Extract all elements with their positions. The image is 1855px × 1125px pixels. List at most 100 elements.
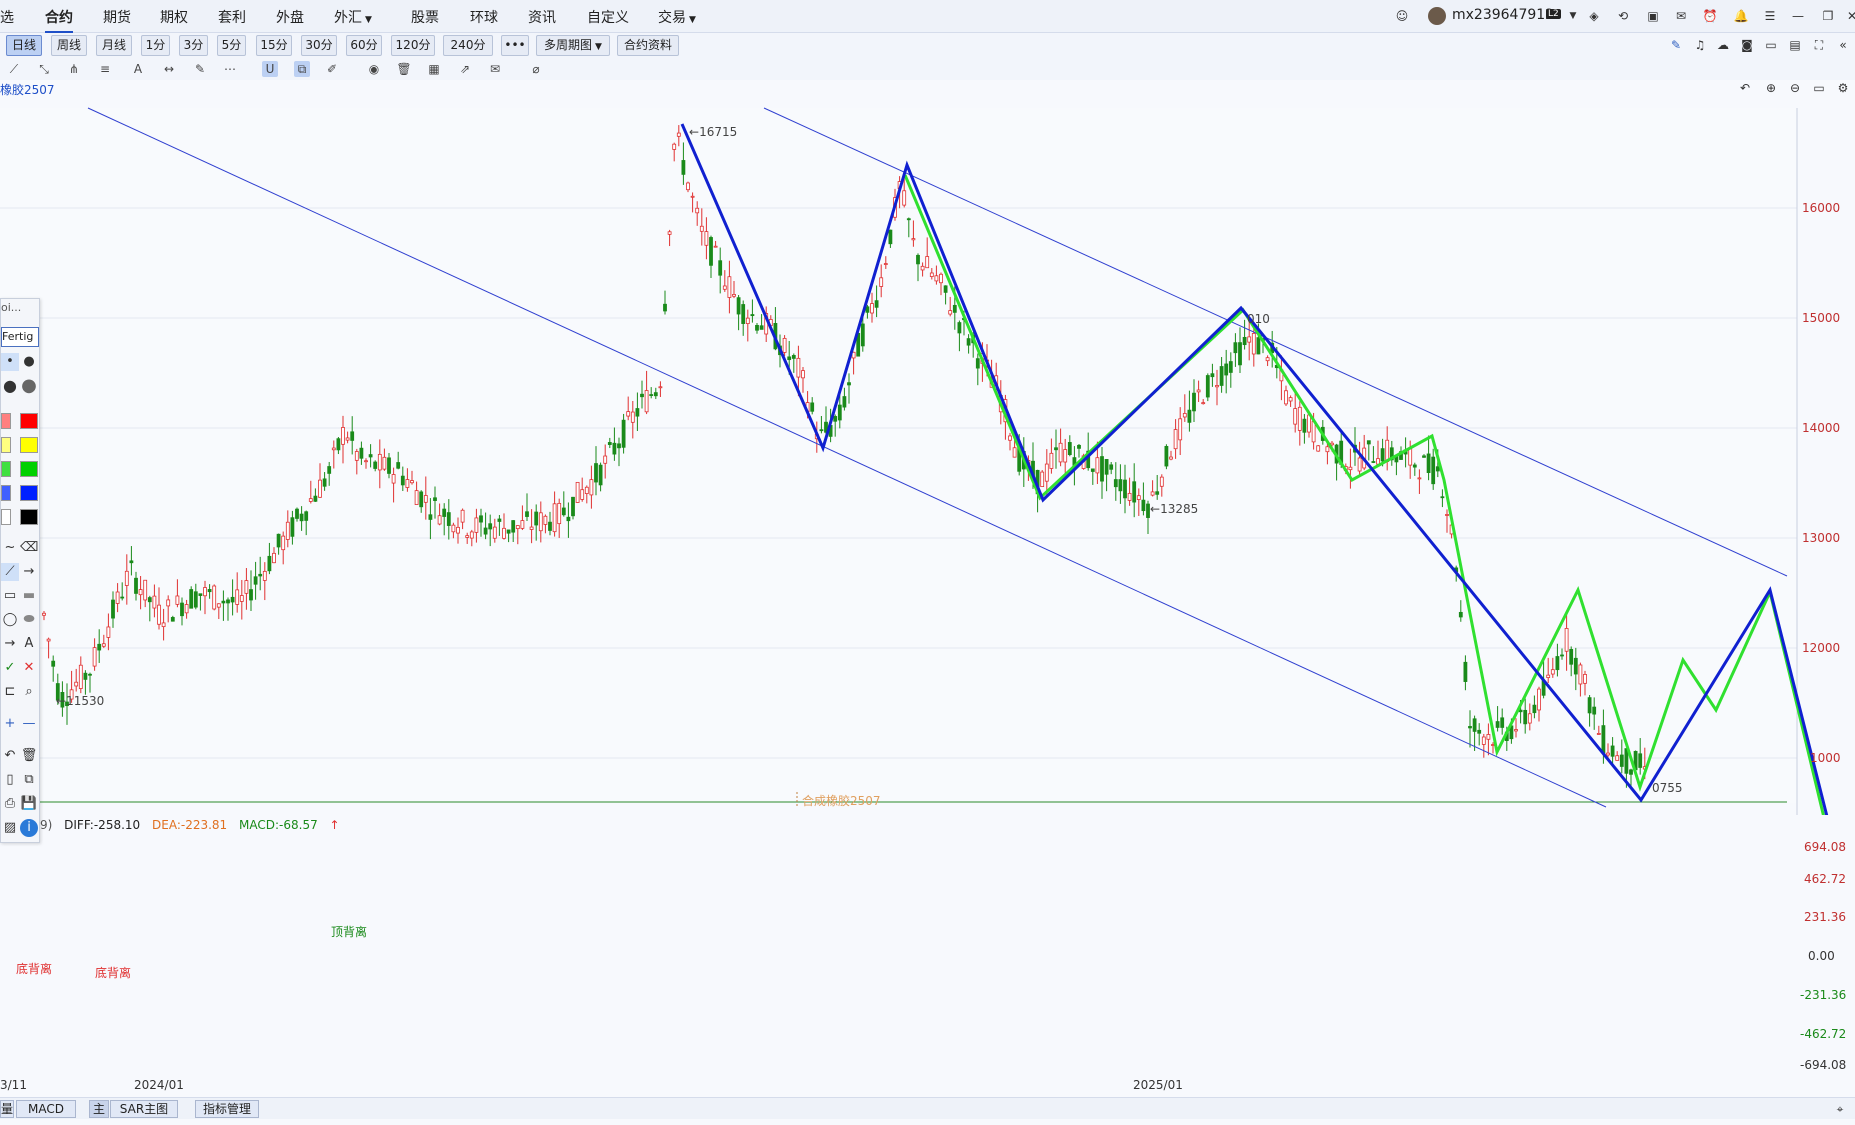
close-icon[interactable]: ✕: [1847, 8, 1855, 24]
ellipse-icon[interactable]: ◯: [1, 611, 19, 629]
pitchfork-icon[interactable]: ⋔: [66, 61, 82, 77]
more-periods-button[interactable]: •••: [501, 35, 529, 56]
magnet-icon[interactable]: U: [262, 61, 278, 77]
menu-item-news[interactable]: 资讯: [528, 7, 556, 27]
info-icon[interactable]: i: [20, 819, 38, 837]
location-icon[interactable]: ⌖: [1832, 1101, 1848, 1117]
filled-ellipse-icon[interactable]: ⬬: [20, 611, 38, 629]
dot-xlarge-icon[interactable]: ●: [20, 377, 38, 395]
indicator-manage-button[interactable]: 指标管理: [195, 1100, 259, 1118]
multi-period-button[interactable]: 多周期图 ▼: [536, 35, 610, 56]
color-swatch-lightgreen[interactable]: [1, 461, 11, 477]
refresh-icon[interactable]: ⟲: [1615, 8, 1631, 24]
menu-item-global[interactable]: 环球: [470, 7, 498, 27]
cloud-icon[interactable]: ☁: [1715, 37, 1731, 53]
collapse-icon[interactable]: «: [1835, 37, 1851, 53]
color-swatch-black[interactable]: [20, 509, 38, 525]
period-30min[interactable]: 30分: [301, 35, 337, 56]
cross-icon[interactable]: ✕: [20, 659, 38, 677]
arrow-icon[interactable]: →: [20, 563, 38, 581]
period-15min[interactable]: 15分: [256, 35, 292, 56]
text-icon[interactable]: A: [20, 635, 38, 653]
rectangle-icon[interactable]: ▭: [1, 587, 19, 605]
menu-item-futures[interactable]: 期货: [103, 7, 131, 27]
menu-item-custom[interactable]: 自定义: [587, 7, 629, 27]
color-swatch-green[interactable]: [20, 461, 38, 477]
tab-main-toggle[interactable]: 主: [89, 1100, 109, 1118]
filled-rectangle-icon[interactable]: ▬: [20, 587, 38, 605]
plus-icon[interactable]: +: [1, 715, 19, 733]
line-tool-icon[interactable]: ⟋: [6, 61, 22, 77]
dot-small-icon[interactable]: •: [1, 353, 19, 371]
new-icon[interactable]: ▯: [1, 771, 19, 789]
avatar[interactable]: [1428, 7, 1446, 25]
window-split-icon[interactable]: ▤: [1787, 37, 1803, 53]
video-icon[interactable]: ▣: [1645, 8, 1661, 24]
copy-icon[interactable]: ⧉: [294, 61, 310, 77]
bell-icon[interactable]: ♫: [1692, 37, 1708, 53]
alarm-icon[interactable]: ⏰: [1702, 8, 1718, 24]
mail-icon[interactable]: ✉: [1673, 8, 1689, 24]
export-icon[interactable]: ⇗: [457, 61, 473, 77]
tab-macd[interactable]: MACD: [16, 1100, 76, 1118]
menu-item-foreign-market[interactable]: 外盘: [276, 7, 304, 27]
more-icon[interactable]: ⋯: [222, 61, 238, 77]
arrow-right-icon[interactable]: →: [1, 635, 19, 653]
layers-icon[interactable]: ◈: [1586, 8, 1602, 24]
menu-item-stocks[interactable]: 股票: [411, 7, 439, 27]
list-icon[interactable]: ☰: [1762, 8, 1778, 24]
menu-item-contract[interactable]: 合约: [45, 7, 73, 34]
restore-icon[interactable]: ❐: [1820, 8, 1836, 24]
fertig-button[interactable]: Fertig: [1, 327, 39, 347]
period-monthly[interactable]: 月线: [96, 35, 132, 56]
color-swatch-blue[interactable]: [20, 485, 38, 501]
undo-icon[interactable]: ↶: [1, 747, 19, 765]
color-swatch-yellow[interactable]: [20, 437, 38, 453]
chevron-down-icon[interactable]: ▼: [1565, 8, 1581, 24]
brush-icon[interactable]: ✎: [192, 61, 208, 77]
edit-icon[interactable]: ✐: [324, 61, 340, 77]
tab-sar-main[interactable]: SAR主图: [110, 1100, 178, 1118]
dot-medium-icon[interactable]: ●: [20, 353, 38, 371]
color-swatch-lightred[interactable]: [1, 413, 11, 429]
trash-icon[interactable]: 🗑: [20, 747, 38, 765]
period-1min[interactable]: 1分: [141, 35, 170, 56]
check-icon[interactable]: ✓: [1, 659, 19, 677]
copy-icon[interactable]: ⧉: [20, 771, 38, 789]
period-120min[interactable]: 120分: [391, 35, 435, 56]
color-swatch-white[interactable]: [1, 509, 11, 525]
bell-icon[interactable]: 🔔: [1733, 8, 1749, 24]
pencil-icon[interactable]: ✎: [1668, 37, 1684, 53]
camera-icon[interactable]: ◙: [1739, 37, 1755, 53]
period-240min[interactable]: 240分: [443, 35, 493, 56]
trash-icon[interactable]: 🗑: [396, 61, 412, 77]
period-5min[interactable]: 5分: [217, 35, 246, 56]
ruler-icon[interactable]: ⌀: [528, 61, 544, 77]
period-daily[interactable]: 日线: [6, 35, 42, 56]
username[interactable]: mx239647912: [1452, 7, 1554, 23]
robot-icon[interactable]: ☺: [1394, 8, 1410, 24]
text-icon[interactable]: A: [130, 61, 146, 77]
period-3min[interactable]: 3分: [179, 35, 208, 56]
line-icon[interactable]: ⟋: [1, 563, 19, 581]
zoom-icon[interactable]: ⌕: [20, 683, 38, 701]
save-icon[interactable]: 💾: [20, 795, 38, 813]
minimize-icon[interactable]: —: [1790, 8, 1806, 24]
color-swatch-lightblue[interactable]: [1, 485, 11, 501]
menu-item-arbitrage[interactable]: 套利: [218, 7, 246, 27]
price-chart[interactable]: [0, 90, 1855, 815]
minus-icon[interactable]: —: [20, 715, 38, 733]
tab-volume[interactable]: 量: [0, 1100, 14, 1118]
menu-item-options[interactable]: 期权: [160, 7, 188, 27]
period-weekly[interactable]: 周线: [51, 35, 87, 56]
menu-item-trade[interactable]: 交易 ▼: [658, 7, 696, 27]
measure-icon[interactable]: ↔: [161, 61, 177, 77]
fib-icon[interactable]: ≡: [97, 61, 113, 77]
grid-icon[interactable]: ▦: [426, 61, 442, 77]
color-swatch-lightyellow[interactable]: [1, 437, 11, 453]
contract-info-button[interactable]: 合约资料: [617, 35, 679, 56]
crop-icon[interactable]: ⊏: [1, 683, 19, 701]
fullscreen-icon[interactable]: ⛶: [1811, 37, 1827, 53]
window-icon[interactable]: ▭: [1763, 37, 1779, 53]
color-swatch-red[interactable]: [20, 413, 38, 429]
